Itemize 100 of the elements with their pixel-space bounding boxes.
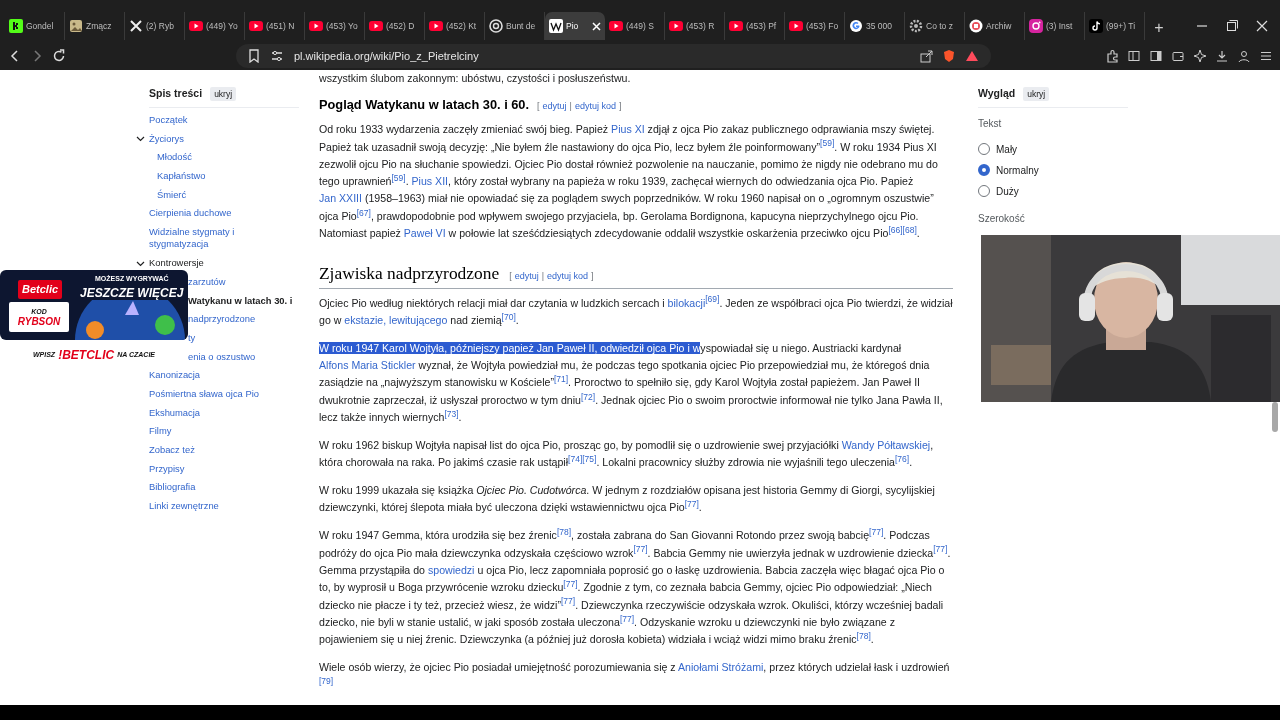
- browser-tab[interactable]: (453) Pf: [725, 12, 785, 40]
- edit-link[interactable]: edytuj: [542, 98, 567, 116]
- link[interactable]: ekstazie, lewitującego: [344, 313, 448, 326]
- toc-link[interactable]: Watykanu w latach 30. i: [188, 294, 293, 308]
- restore-icon[interactable]: [1224, 18, 1240, 34]
- toc-link[interactable]: enia o oszustwo: [188, 350, 256, 364]
- reference-link[interactable]: [68]: [902, 224, 917, 235]
- toc-link[interactable]: Młodość: [157, 151, 192, 164]
- toc-link[interactable]: Przypisy: [149, 462, 185, 476]
- toc-link[interactable]: Śmierć: [157, 188, 187, 202]
- url-text[interactable]: pl.wikipedia.org/wiki/Pio_z_Pietrelciny: [294, 47, 479, 65]
- toc-link[interactable]: Kapłaństwo: [157, 169, 206, 183]
- toc-link[interactable]: Cierpienia duchowe: [149, 207, 232, 220]
- link[interactable]: Jan XXIII: [319, 192, 362, 205]
- browser-tab[interactable]: (453) R: [665, 12, 725, 40]
- reference-link[interactable]: [77]: [869, 527, 884, 538]
- triangle-icon[interactable]: [965, 49, 979, 63]
- toc-link[interactable]: nadprzyrodzone: [188, 313, 256, 326]
- reference-link[interactable]: [77]: [563, 578, 578, 589]
- browser-tab[interactable]: (451) N: [245, 12, 305, 40]
- reference-link[interactable]: [72]: [581, 391, 596, 402]
- download-icon[interactable]: [1215, 49, 1229, 63]
- reference-link[interactable]: [77]: [561, 596, 576, 607]
- chevron-icon[interactable]: [136, 259, 145, 269]
- reference-link[interactable]: [76]: [895, 454, 910, 464]
- reference-link[interactable]: [78]: [856, 630, 871, 641]
- reference-link[interactable]: [77]: [619, 613, 635, 624]
- share-icon[interactable]: [919, 49, 933, 63]
- menu-icon[interactable]: [1259, 49, 1273, 63]
- toc-link[interactable]: Życiorys: [149, 132, 184, 146]
- toc-link[interactable]: Widzialne stygmaty i stygmatyzacja: [149, 225, 281, 251]
- reference-link[interactable]: [77]: [684, 499, 699, 510]
- reference-link[interactable]: [67]: [356, 207, 371, 218]
- browser-tab[interactable]: Pio: [545, 12, 605, 40]
- toc-link[interactable]: Linki zewnętrzne: [149, 500, 219, 513]
- browser-tab[interactable]: Gondel: [5, 12, 65, 40]
- radio-button[interactable]: [978, 164, 990, 177]
- hide-button[interactable]: ukryj: [1023, 86, 1050, 102]
- link[interactable]: spowiedzi: [427, 563, 475, 576]
- toc-link[interactable]: Filmy: [149, 425, 172, 438]
- reference-link[interactable]: [69]: [705, 294, 720, 305]
- link[interactable]: Paweł VI: [403, 227, 446, 240]
- link[interactable]: bilokacji: [667, 296, 706, 309]
- reference-link[interactable]: [77]: [633, 544, 648, 555]
- scrollbar-thumb[interactable]: [1272, 402, 1278, 432]
- profile-icon[interactable]: [1237, 49, 1251, 63]
- toc-link[interactable]: Zobacz też: [149, 444, 195, 457]
- toc-link[interactable]: Kanonizacja: [149, 369, 201, 382]
- bookmark-icon[interactable]: [248, 49, 260, 63]
- browser-tab[interactable]: (2) Ryb: [125, 12, 185, 40]
- reference-link[interactable]: [78]: [556, 527, 572, 538]
- puzzle-icon[interactable]: [1105, 49, 1119, 63]
- chevron-icon[interactable]: [136, 134, 145, 144]
- browser-tab[interactable]: (453) Fo: [785, 12, 845, 40]
- reference-link[interactable]: [59]: [820, 138, 835, 149]
- browser-tab[interactable]: (449) S: [605, 12, 665, 40]
- toc-link[interactable]: Ekshumacja: [149, 406, 201, 420]
- toc-link[interactable]: Bibliografia: [149, 481, 196, 494]
- sidebar-icon[interactable]: [1127, 49, 1141, 63]
- browser-tab[interactable]: (452) D: [365, 12, 425, 40]
- radio-button[interactable]: [978, 143, 990, 156]
- browser-tab[interactable]: (99+) Ti: [1085, 12, 1145, 40]
- reference-link[interactable]: [75]: [582, 454, 597, 464]
- close-icon[interactable]: [1254, 18, 1270, 34]
- reference-link[interactable]: [71]: [553, 374, 569, 385]
- reference-link[interactable]: [77]: [933, 544, 948, 555]
- site-info-icon[interactable]: [270, 49, 284, 63]
- reference-link[interactable]: [66]: [888, 224, 903, 235]
- toc-link[interactable]: Początek: [149, 113, 188, 127]
- lion-shield-icon[interactable]: [942, 49, 956, 63]
- link[interactable]: Pius XII: [411, 175, 449, 188]
- edit-link[interactable]: edytuj kod: [574, 98, 616, 116]
- edit-link[interactable]: edytuj kod: [547, 268, 589, 286]
- reference-link[interactable]: [59]: [391, 172, 406, 183]
- hide-button[interactable]: ukryj: [210, 86, 237, 102]
- toc-link[interactable]: ty: [188, 331, 196, 345]
- browser-tab[interactable]: Zmącz: [65, 12, 125, 40]
- link[interactable]: Alfons Maria Stickler: [319, 359, 416, 372]
- sparkle-icon[interactable]: [1193, 49, 1207, 63]
- toc-link[interactable]: zarzutów: [188, 275, 226, 289]
- close-icon[interactable]: [592, 21, 601, 31]
- browser-tab[interactable]: (3) Inst: [1025, 12, 1085, 40]
- browser-tab[interactable]: (449) Yo: [185, 12, 245, 40]
- toc-link[interactable]: Pośmiertna sława ojca Pio: [149, 387, 259, 401]
- link[interactable]: Pius XI: [611, 123, 645, 136]
- reference-link[interactable]: [79]: [319, 676, 334, 687]
- browser-tab[interactable]: Co to z: [905, 12, 965, 40]
- edit-link[interactable]: edytuj: [514, 268, 539, 286]
- new-tab-button[interactable]: +: [1147, 16, 1171, 40]
- toc-link[interactable]: Kontrowersje: [149, 257, 204, 270]
- browser-tab[interactable]: (453) Yo: [305, 12, 365, 40]
- browser-tab[interactable]: Archiw: [965, 12, 1025, 40]
- reference-link[interactable]: [70]: [501, 311, 516, 322]
- radio-button[interactable]: [978, 185, 990, 198]
- reload-icon[interactable]: [52, 49, 66, 63]
- reference-link[interactable]: [73]: [444, 408, 459, 419]
- browser-tab[interactable]: 35 000: [845, 12, 905, 40]
- panel-icon[interactable]: [1149, 49, 1163, 63]
- wallet-icon[interactable]: [1171, 49, 1185, 63]
- browser-tab[interactable]: (452) Kt: [425, 12, 485, 40]
